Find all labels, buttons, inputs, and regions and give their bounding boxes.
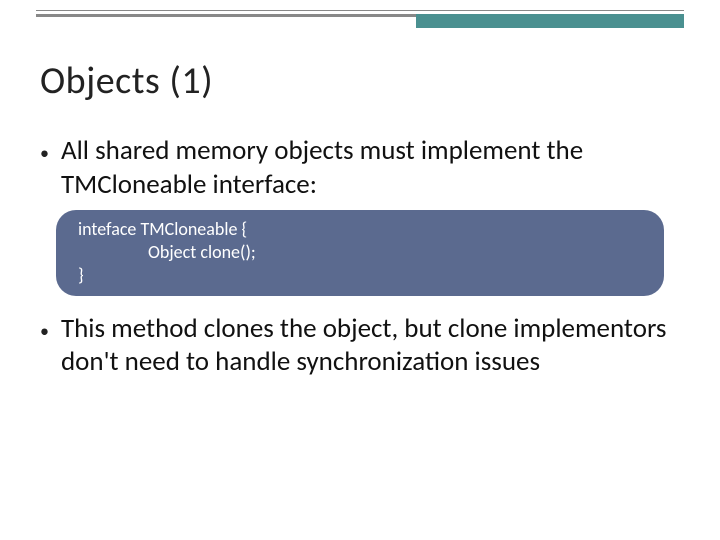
slide-content: Objects (1) • All shared memory objects …	[0, 28, 720, 379]
bullet-text: This method clones the object, but clone…	[61, 312, 680, 380]
bullet-item: • All shared memory objects must impleme…	[40, 134, 680, 202]
bullet-marker: •	[40, 142, 49, 164]
bullet-item: • This method clones the object, but clo…	[40, 312, 680, 380]
code-line: Object clone();	[78, 241, 642, 264]
bullet-marker: •	[40, 320, 49, 342]
decoration-line-thin	[36, 10, 684, 11]
code-line: inteface TMCloneable {	[78, 218, 642, 241]
code-block: inteface TMCloneable { Object clone(); }	[56, 210, 664, 296]
code-line: }	[78, 264, 642, 287]
slide-title: Objects (1)	[40, 58, 680, 104]
slide-header-decoration	[0, 0, 720, 28]
bullet-text: All shared memory objects must implement…	[61, 134, 680, 202]
decoration-teal-block	[416, 14, 684, 28]
